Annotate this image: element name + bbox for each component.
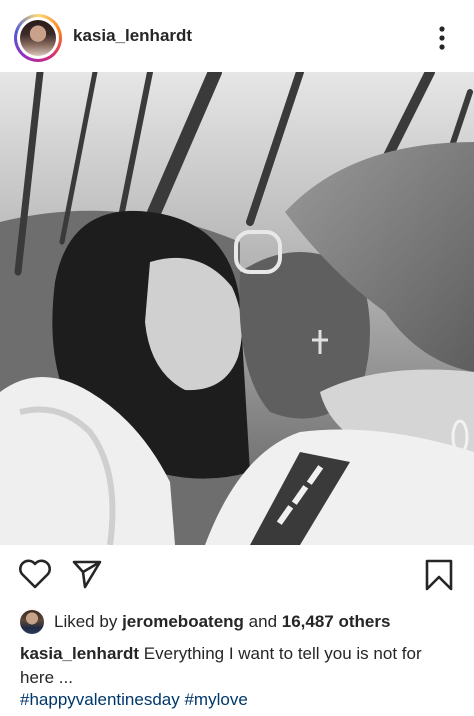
likes-summary: Liked by jeromeboateng and 16,487 others xyxy=(20,610,390,634)
caption-username[interactable]: kasia_lenhardt xyxy=(20,644,139,663)
hashtag-list: #happyvalentinesday #mylove xyxy=(20,690,248,710)
post-username[interactable]: kasia_lenhardt xyxy=(73,26,192,46)
avatar-image xyxy=(20,20,56,56)
heart-icon[interactable] xyxy=(18,558,52,590)
likes-prefix: Liked by xyxy=(54,612,118,631)
avatar-border xyxy=(17,17,59,59)
more-vertical-icon[interactable] xyxy=(432,24,452,52)
hashtag-link[interactable]: #mylove xyxy=(184,690,247,709)
hashtag-link[interactable]: #happyvalentinesday xyxy=(20,690,180,709)
bookmark-icon[interactable] xyxy=(424,558,454,592)
paper-plane-icon[interactable] xyxy=(71,558,103,590)
post-photo[interactable] xyxy=(0,72,474,545)
liker-avatar[interactable] xyxy=(20,610,44,634)
action-bar xyxy=(0,548,474,602)
likes-count[interactable]: 16,487 others xyxy=(282,612,391,632)
liker-username[interactable]: jeromeboateng xyxy=(122,612,244,632)
photo-illustration xyxy=(0,72,474,545)
profile-avatar[interactable] xyxy=(14,14,62,62)
post-header: kasia_lenhardt xyxy=(0,0,474,72)
post-caption: kasia_lenhardt Everything I want to tell… xyxy=(20,642,460,690)
likes-conjunction: and xyxy=(248,612,278,631)
